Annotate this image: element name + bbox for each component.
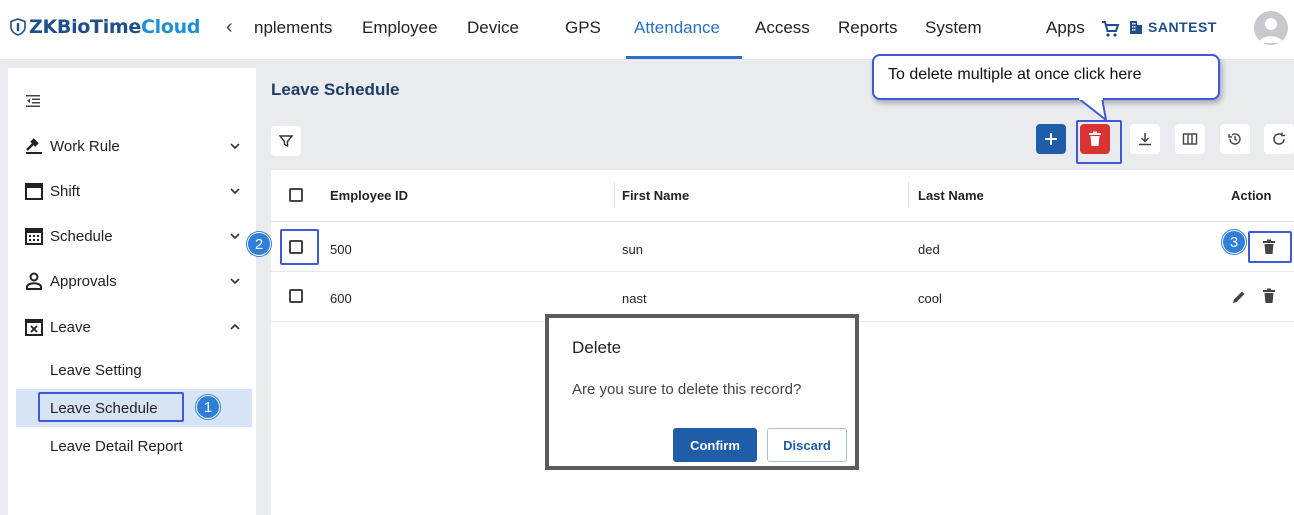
refresh-icon xyxy=(1273,132,1285,145)
nav-item-device[interactable]: Device xyxy=(467,18,519,38)
column-header-action: Action xyxy=(1231,188,1272,203)
column-separator xyxy=(614,182,615,208)
columns-button[interactable] xyxy=(1175,124,1205,154)
plus-icon xyxy=(1045,133,1057,145)
sidebar-item-approvals[interactable]: Approvals xyxy=(0,263,248,299)
sidebar-subitem-leave-detail-report[interactable]: Leave Detail Report xyxy=(50,438,183,455)
step-badge: 1 xyxy=(196,395,220,419)
cell-employee-id: 500 xyxy=(330,242,352,257)
download-icon xyxy=(1139,133,1151,146)
history-button[interactable] xyxy=(1220,124,1250,154)
edit-icon[interactable] xyxy=(1231,289,1247,305)
page-title: Leave Schedule xyxy=(271,80,400,99)
company-selector[interactable]: SANTEST xyxy=(1128,19,1217,35)
row-checkbox[interactable] xyxy=(289,289,303,303)
highlight-row-delete xyxy=(1248,231,1292,263)
dialog-message: Are you sure to delete this record? xyxy=(572,381,802,398)
building-icon xyxy=(1130,21,1142,34)
chevron-down-icon xyxy=(230,143,240,150)
top-bar: ZKBioTimeCloud ‹ nplements Employee Devi… xyxy=(0,0,1294,60)
filter-icon xyxy=(278,135,294,148)
active-nav-indicator xyxy=(626,56,742,59)
sidebar-item-shift[interactable]: Shift xyxy=(0,173,248,209)
logo-text: ZKBioTimeCloud xyxy=(29,16,201,38)
sidebar-item-label: Shift xyxy=(50,182,81,200)
sidebar-item-label: Approvals xyxy=(50,272,117,290)
sidebar-item-schedule[interactable]: Schedule xyxy=(0,218,248,254)
history-icon xyxy=(1228,133,1241,145)
app-logo[interactable]: ZKBioTimeCloud xyxy=(10,16,200,38)
sidebar-item-leave[interactable]: Leave xyxy=(0,309,248,345)
calendar-blank-icon xyxy=(25,183,43,200)
delete-icon[interactable] xyxy=(1262,288,1276,304)
apps-menu[interactable]: Apps xyxy=(1046,18,1085,38)
company-name: SANTEST xyxy=(1148,19,1217,35)
step-badge: 3 xyxy=(1222,230,1246,254)
annotation-tooltip: To delete multiple at once click here xyxy=(872,54,1220,100)
cell-employee-id: 600 xyxy=(330,291,352,306)
shield-icon xyxy=(10,18,26,36)
calendar-grid-icon xyxy=(25,228,43,245)
cell-last-name: cool xyxy=(918,291,942,306)
column-header-first-name[interactable]: First Name xyxy=(622,188,689,203)
sidebar-item-label: Leave xyxy=(50,318,91,336)
step-badge: 2 xyxy=(247,232,271,256)
nav-item-reports[interactable]: Reports xyxy=(838,18,898,38)
column-header-employee-id[interactable]: Employee ID xyxy=(330,188,408,203)
chevron-down-icon xyxy=(230,233,240,240)
columns-icon xyxy=(1182,133,1198,145)
discard-button[interactable]: Discard xyxy=(767,428,847,462)
sidebar-item-label: Work Rule xyxy=(50,137,120,155)
chevron-down-icon xyxy=(230,278,240,285)
nav-item-system[interactable]: System xyxy=(925,18,982,38)
nav-scroll-left-button[interactable]: ‹ xyxy=(226,16,233,39)
sidebar-subitem-leave-setting[interactable]: Leave Setting xyxy=(50,362,142,379)
row-divider xyxy=(271,221,1294,222)
chevron-down-icon xyxy=(230,188,240,195)
nav-item-employee[interactable]: Employee xyxy=(362,18,438,38)
add-button[interactable] xyxy=(1036,124,1066,154)
tooltip-text: To delete multiple at once click here xyxy=(888,66,1142,83)
highlight-bulk-delete xyxy=(1076,120,1122,164)
person-check-icon xyxy=(26,272,42,290)
download-button[interactable] xyxy=(1130,124,1160,154)
dialog-title: Delete xyxy=(572,338,622,357)
gavel-icon xyxy=(26,138,42,154)
cell-first-name: nast xyxy=(622,291,647,306)
collapse-menu-icon[interactable] xyxy=(26,94,40,108)
calendar-x-icon xyxy=(25,319,43,336)
cell-first-name: sun xyxy=(622,242,643,257)
user-icon xyxy=(1259,18,1283,43)
column-header-last-name[interactable]: Last Name xyxy=(918,188,984,203)
sidebar-item-label: Schedule xyxy=(50,227,113,245)
cart-icon[interactable] xyxy=(1100,19,1120,39)
sidebar-item-work-rule[interactable]: Work Rule xyxy=(0,128,248,164)
refresh-button[interactable] xyxy=(1264,124,1294,154)
user-avatar[interactable] xyxy=(1254,11,1288,45)
nav-item-implements[interactable]: nplements xyxy=(254,18,332,38)
highlight-row-checkbox xyxy=(280,229,319,265)
highlight-leave-schedule xyxy=(38,392,184,422)
nav-item-attendance[interactable]: Attendance xyxy=(634,18,720,38)
filter-button[interactable] xyxy=(271,126,301,156)
column-separator xyxy=(908,182,909,208)
chevron-up-icon xyxy=(230,323,240,330)
cell-last-name: ded xyxy=(918,242,940,257)
select-all-checkbox[interactable] xyxy=(289,188,303,202)
nav-item-gps[interactable]: GPS xyxy=(565,18,601,38)
confirm-button[interactable]: Confirm xyxy=(673,428,757,462)
nav-item-access[interactable]: Access xyxy=(755,18,810,38)
row-divider xyxy=(271,271,1294,272)
